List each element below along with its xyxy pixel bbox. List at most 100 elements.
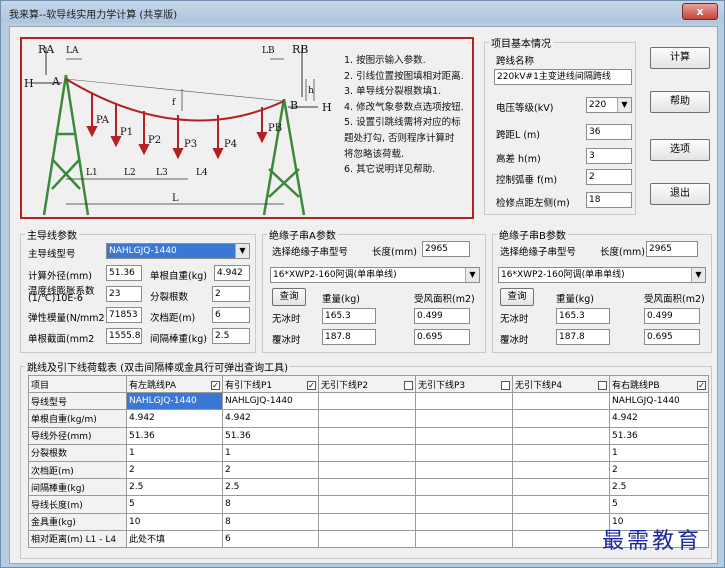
table-cell[interactable]: 4.942 bbox=[609, 409, 709, 428]
table-cell[interactable] bbox=[512, 443, 610, 462]
modulus-input[interactable]: 71853 bbox=[106, 307, 142, 323]
table-cell[interactable]: 此处不填 bbox=[126, 529, 223, 548]
table-cell[interactable] bbox=[415, 512, 513, 531]
table-cell[interactable] bbox=[318, 495, 416, 514]
insulator-b-ice-weight[interactable]: 187.8 bbox=[556, 329, 610, 345]
table-cell[interactable] bbox=[512, 460, 610, 480]
column-header[interactable]: 有左跳线PA ✓ bbox=[126, 374, 223, 394]
column-checkbox[interactable] bbox=[501, 380, 510, 390]
section-input[interactable]: 1555.8 bbox=[106, 328, 142, 344]
insulator-b-model-select[interactable]: 16*XWP2-160阿调(单串单线) ▼ bbox=[498, 267, 706, 283]
diameter-input[interactable]: 51.36 bbox=[106, 265, 142, 281]
column-checkbox[interactable]: ✓ bbox=[211, 380, 220, 390]
table-cell[interactable] bbox=[318, 460, 416, 480]
column-header[interactable]: 无引下线P2 bbox=[318, 374, 416, 394]
close-button[interactable]: x bbox=[682, 3, 718, 20]
table-cell[interactable]: 5 bbox=[126, 495, 223, 514]
table-cell[interactable] bbox=[318, 478, 416, 497]
calculate-button[interactable]: 计算 bbox=[650, 47, 710, 69]
exit-button[interactable]: 退出 bbox=[650, 183, 710, 205]
column-checkbox[interactable] bbox=[404, 380, 413, 390]
column-checkbox[interactable]: ✓ bbox=[307, 380, 316, 390]
column-checkbox[interactable]: ✓ bbox=[697, 380, 706, 390]
table-cell[interactable] bbox=[415, 478, 513, 497]
table-cell[interactable] bbox=[318, 443, 416, 462]
conductor-model-select[interactable]: NAHLGJQ-1440 ▼ bbox=[106, 243, 250, 259]
insulator-a-ice-weight[interactable]: 187.8 bbox=[322, 329, 376, 345]
help-button[interactable]: 帮助 bbox=[650, 91, 710, 113]
insulator-a-length-input[interactable]: 2965 bbox=[422, 241, 470, 257]
table-cell[interactable] bbox=[415, 460, 513, 480]
sag-input[interactable]: 2 bbox=[586, 169, 632, 185]
table-cell[interactable]: 51.36 bbox=[126, 426, 223, 445]
insulator-b-no-ice-weight[interactable]: 165.3 bbox=[556, 308, 610, 324]
table-cell[interactable]: 51.36 bbox=[609, 426, 709, 445]
table-cell[interactable] bbox=[318, 529, 416, 548]
spacer-distance-input[interactable]: 6 bbox=[212, 307, 250, 323]
insulator-a-ice-area[interactable]: 0.695 bbox=[414, 329, 470, 345]
table-cell[interactable] bbox=[415, 426, 513, 445]
table-cell[interactable]: 4.942 bbox=[222, 409, 319, 428]
spacer-weight-input[interactable]: 2.5 bbox=[212, 328, 250, 344]
column-checkbox[interactable] bbox=[598, 380, 607, 390]
column-header[interactable]: 项目 bbox=[28, 374, 127, 394]
repair-point-input[interactable]: 18 bbox=[586, 192, 632, 208]
table-cell[interactable] bbox=[512, 392, 610, 411]
table-cell[interactable] bbox=[415, 443, 513, 462]
table-cell[interactable]: 1 bbox=[609, 443, 709, 462]
table-cell[interactable] bbox=[512, 495, 610, 514]
insulator-b-query-button[interactable]: 查询 bbox=[500, 288, 534, 306]
column-header[interactable]: 有引下线P1 ✓ bbox=[222, 374, 319, 394]
options-button[interactable]: 选项 bbox=[650, 139, 710, 161]
table-cell[interactable]: NAHLGJQ-1440 bbox=[222, 392, 319, 411]
table-cell[interactable] bbox=[512, 409, 610, 428]
table-cell[interactable]: 2.5 bbox=[126, 478, 223, 497]
height-diff-input[interactable]: 3 bbox=[586, 148, 632, 164]
table-cell[interactable]: 2.5 bbox=[222, 478, 319, 497]
table-cell[interactable] bbox=[415, 495, 513, 514]
table-cell[interactable]: 1 bbox=[222, 443, 319, 462]
table-cell[interactable]: 2 bbox=[126, 460, 223, 480]
table-cell[interactable] bbox=[318, 512, 416, 531]
table-cell[interactable]: 1 bbox=[126, 443, 223, 462]
table-cell[interactable] bbox=[512, 426, 610, 445]
title-bar[interactable]: 我来算--软导线实用力学计算 (共享版) x bbox=[1, 1, 724, 23]
table-cell[interactable] bbox=[512, 512, 610, 531]
table-cell[interactable]: 2.5 bbox=[609, 478, 709, 497]
column-header[interactable]: 无引下线P4 bbox=[512, 374, 610, 394]
table-cell[interactable] bbox=[415, 529, 513, 548]
table-cell[interactable] bbox=[318, 409, 416, 428]
table-cell[interactable]: 8 bbox=[222, 495, 319, 514]
column-header[interactable]: 有右跳线PB ✓ bbox=[609, 374, 709, 394]
table-cell[interactable] bbox=[318, 426, 416, 445]
insulator-a-no-ice-area[interactable]: 0.499 bbox=[414, 308, 470, 324]
table-cell[interactable] bbox=[415, 392, 513, 411]
table-cell[interactable] bbox=[318, 392, 416, 411]
table-cell[interactable] bbox=[415, 409, 513, 428]
insulator-a-query-button[interactable]: 查询 bbox=[272, 288, 306, 306]
insulator-b-ice-area[interactable]: 0.695 bbox=[644, 329, 700, 345]
insulator-b-length-input[interactable]: 2965 bbox=[646, 241, 698, 257]
table-cell[interactable] bbox=[512, 478, 610, 497]
table-cell[interactable]: 2 bbox=[609, 460, 709, 480]
span-length-input[interactable]: 36 bbox=[586, 124, 632, 140]
voltage-select[interactable]: 220 ▼ bbox=[586, 97, 632, 113]
unit-weight-input[interactable]: 4.942 bbox=[214, 265, 250, 281]
table-cell[interactable]: NAHLGJQ-1440 bbox=[609, 392, 709, 411]
table-cell[interactable]: 51.36 bbox=[222, 426, 319, 445]
table-cell[interactable] bbox=[512, 529, 610, 548]
table-cell[interactable]: 6 bbox=[222, 529, 319, 548]
column-header[interactable]: 无引下线P3 bbox=[415, 374, 513, 394]
table-cell[interactable]: 8 bbox=[222, 512, 319, 531]
span-name-input[interactable]: 220kV#1主变进线间隔跨线 bbox=[494, 69, 632, 85]
insulator-a-no-ice-weight[interactable]: 165.3 bbox=[322, 308, 376, 324]
table-cell[interactable]: NAHLGJQ-1440 bbox=[126, 392, 223, 411]
insulator-a-model-select[interactable]: 16*XWP2-160阿调(单串单线) ▼ bbox=[270, 267, 480, 283]
insulator-b-no-ice-area[interactable]: 0.499 bbox=[644, 308, 700, 324]
table-cell[interactable]: 5 bbox=[609, 495, 709, 514]
table-cell[interactable]: 10 bbox=[126, 512, 223, 531]
table-cell[interactable]: 4.942 bbox=[126, 409, 223, 428]
table-cell[interactable]: 2 bbox=[222, 460, 319, 480]
split-count-input[interactable]: 2 bbox=[212, 286, 250, 302]
expansion-input[interactable]: 23 bbox=[106, 286, 142, 302]
